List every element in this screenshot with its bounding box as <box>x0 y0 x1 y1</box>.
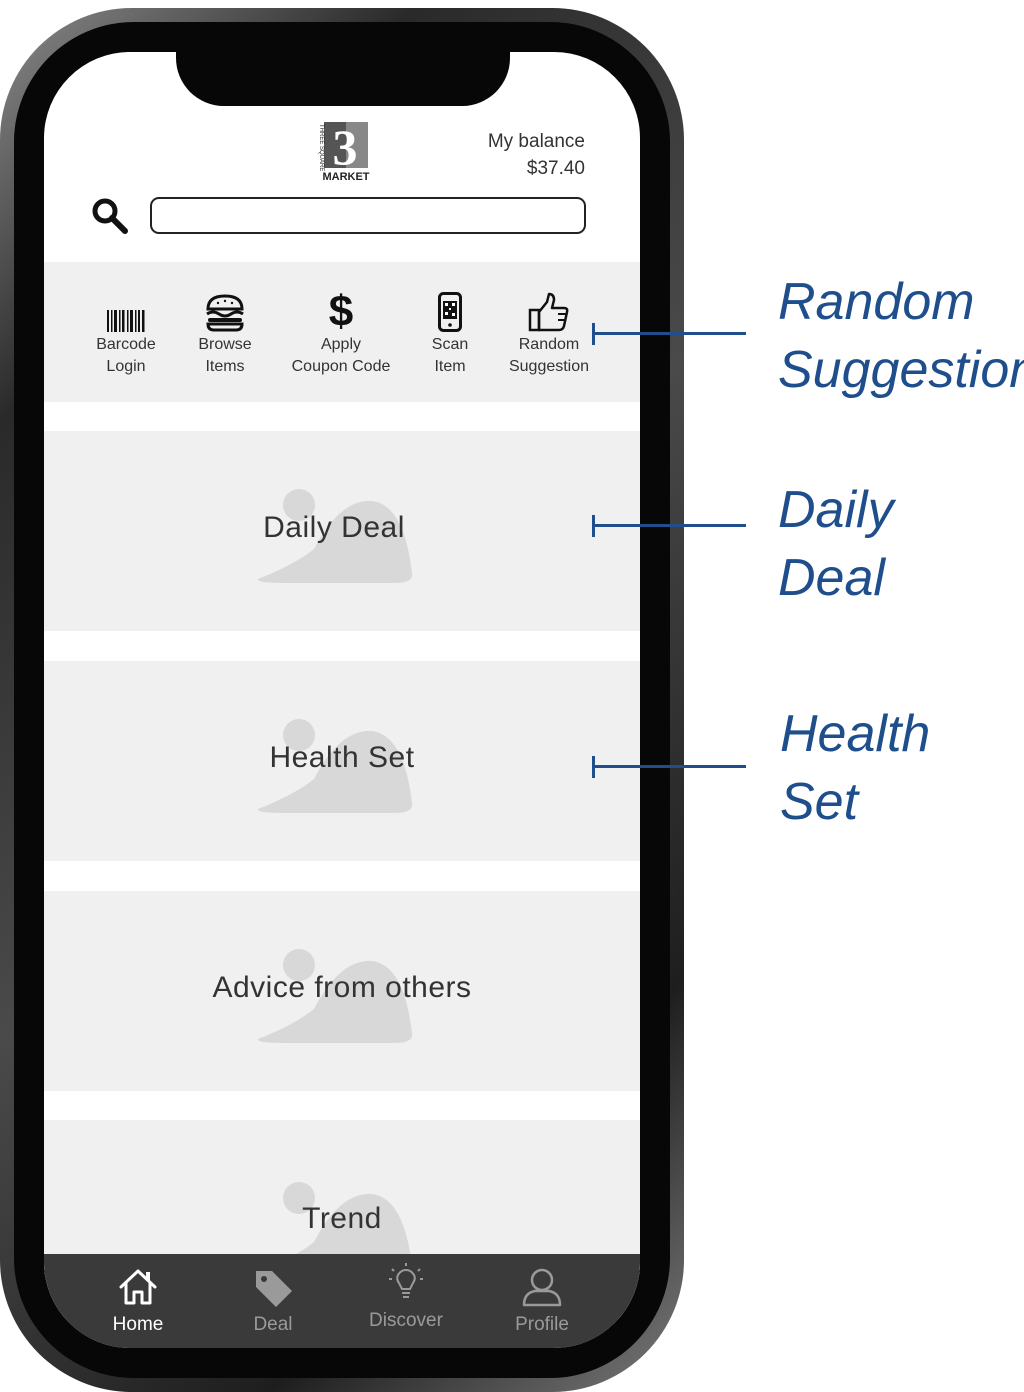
phone-notch <box>176 52 510 106</box>
nav-label: Profile <box>515 1314 569 1335</box>
annotation-health-set: Health Set <box>780 700 930 836</box>
burger-icon <box>160 288 290 332</box>
search-icon[interactable] <box>90 196 130 236</box>
annotation-line-health-set <box>592 765 746 768</box>
nav-deal[interactable]: Deal <box>213 1266 333 1336</box>
annotation-line2: Suggestion <box>778 341 1024 399</box>
svg-text:$: $ <box>329 288 353 332</box>
nav-label: Deal <box>253 1314 293 1335</box>
nav-home[interactable]: Home <box>78 1266 198 1336</box>
card-title: Trend <box>302 1202 382 1235</box>
nav-profile[interactable]: Profile <box>482 1266 602 1336</box>
person-icon <box>482 1266 602 1308</box>
lightbulb-icon <box>346 1262 466 1304</box>
svg-text:3: 3 <box>333 122 358 175</box>
balance-display: My balance $37.40 <box>488 128 585 182</box>
nav-label: Discover <box>369 1310 443 1331</box>
card-health-set[interactable]: Health Set <box>44 661 640 861</box>
tag-icon <box>213 1266 333 1308</box>
card-title: Advice from others <box>212 971 472 1004</box>
action-label: Suggestion <box>508 358 590 375</box>
app-screen: 3 THREE SQUARE MARKET My balance $37.40 <box>44 52 640 1348</box>
three-square-market-logo: 3 THREE SQUARE MARKET <box>312 119 372 183</box>
card-daily-deal[interactable]: Daily Deal <box>44 431 640 631</box>
annotation-random-suggestion: Random Suggestion <box>778 268 1024 404</box>
svg-text:MARKET: MARKET <box>322 171 369 182</box>
bottom-navigation: Home Deal Discover Profile <box>44 1254 640 1348</box>
quick-actions-bar: Barcode Login Browse Items $ Apply Coupo… <box>44 262 640 402</box>
svg-text:THREE SQUARE: THREE SQUARE <box>318 124 324 171</box>
annotation-line1: Daily <box>778 481 894 539</box>
home-icon <box>78 1266 198 1308</box>
annotation-line2: Set <box>780 773 859 831</box>
annotation-line1: Health <box>780 705 931 763</box>
annotation-line-random-suggestion <box>592 332 746 335</box>
card-title: Daily Deal <box>263 511 405 544</box>
card-advice-from-others[interactable]: Advice from others <box>44 891 640 1091</box>
nav-label: Home <box>112 1314 164 1335</box>
card-title: Health Set <box>269 741 415 774</box>
nav-discover[interactable]: Discover <box>346 1262 466 1332</box>
annotation-daily-deal: Daily Deal <box>778 476 894 612</box>
balance-value: $37.40 <box>526 158 585 179</box>
browse-items-button[interactable]: Browse Items <box>160 288 290 378</box>
annotation-line2: Deal <box>778 549 885 607</box>
action-label: Browse <box>198 336 252 353</box>
annotation-line1: Random <box>778 273 975 331</box>
search-input[interactable] <box>150 197 586 234</box>
balance-label: My balance <box>487 131 585 152</box>
action-label: Items <box>205 358 245 375</box>
annotation-line-daily-deal <box>592 524 746 527</box>
